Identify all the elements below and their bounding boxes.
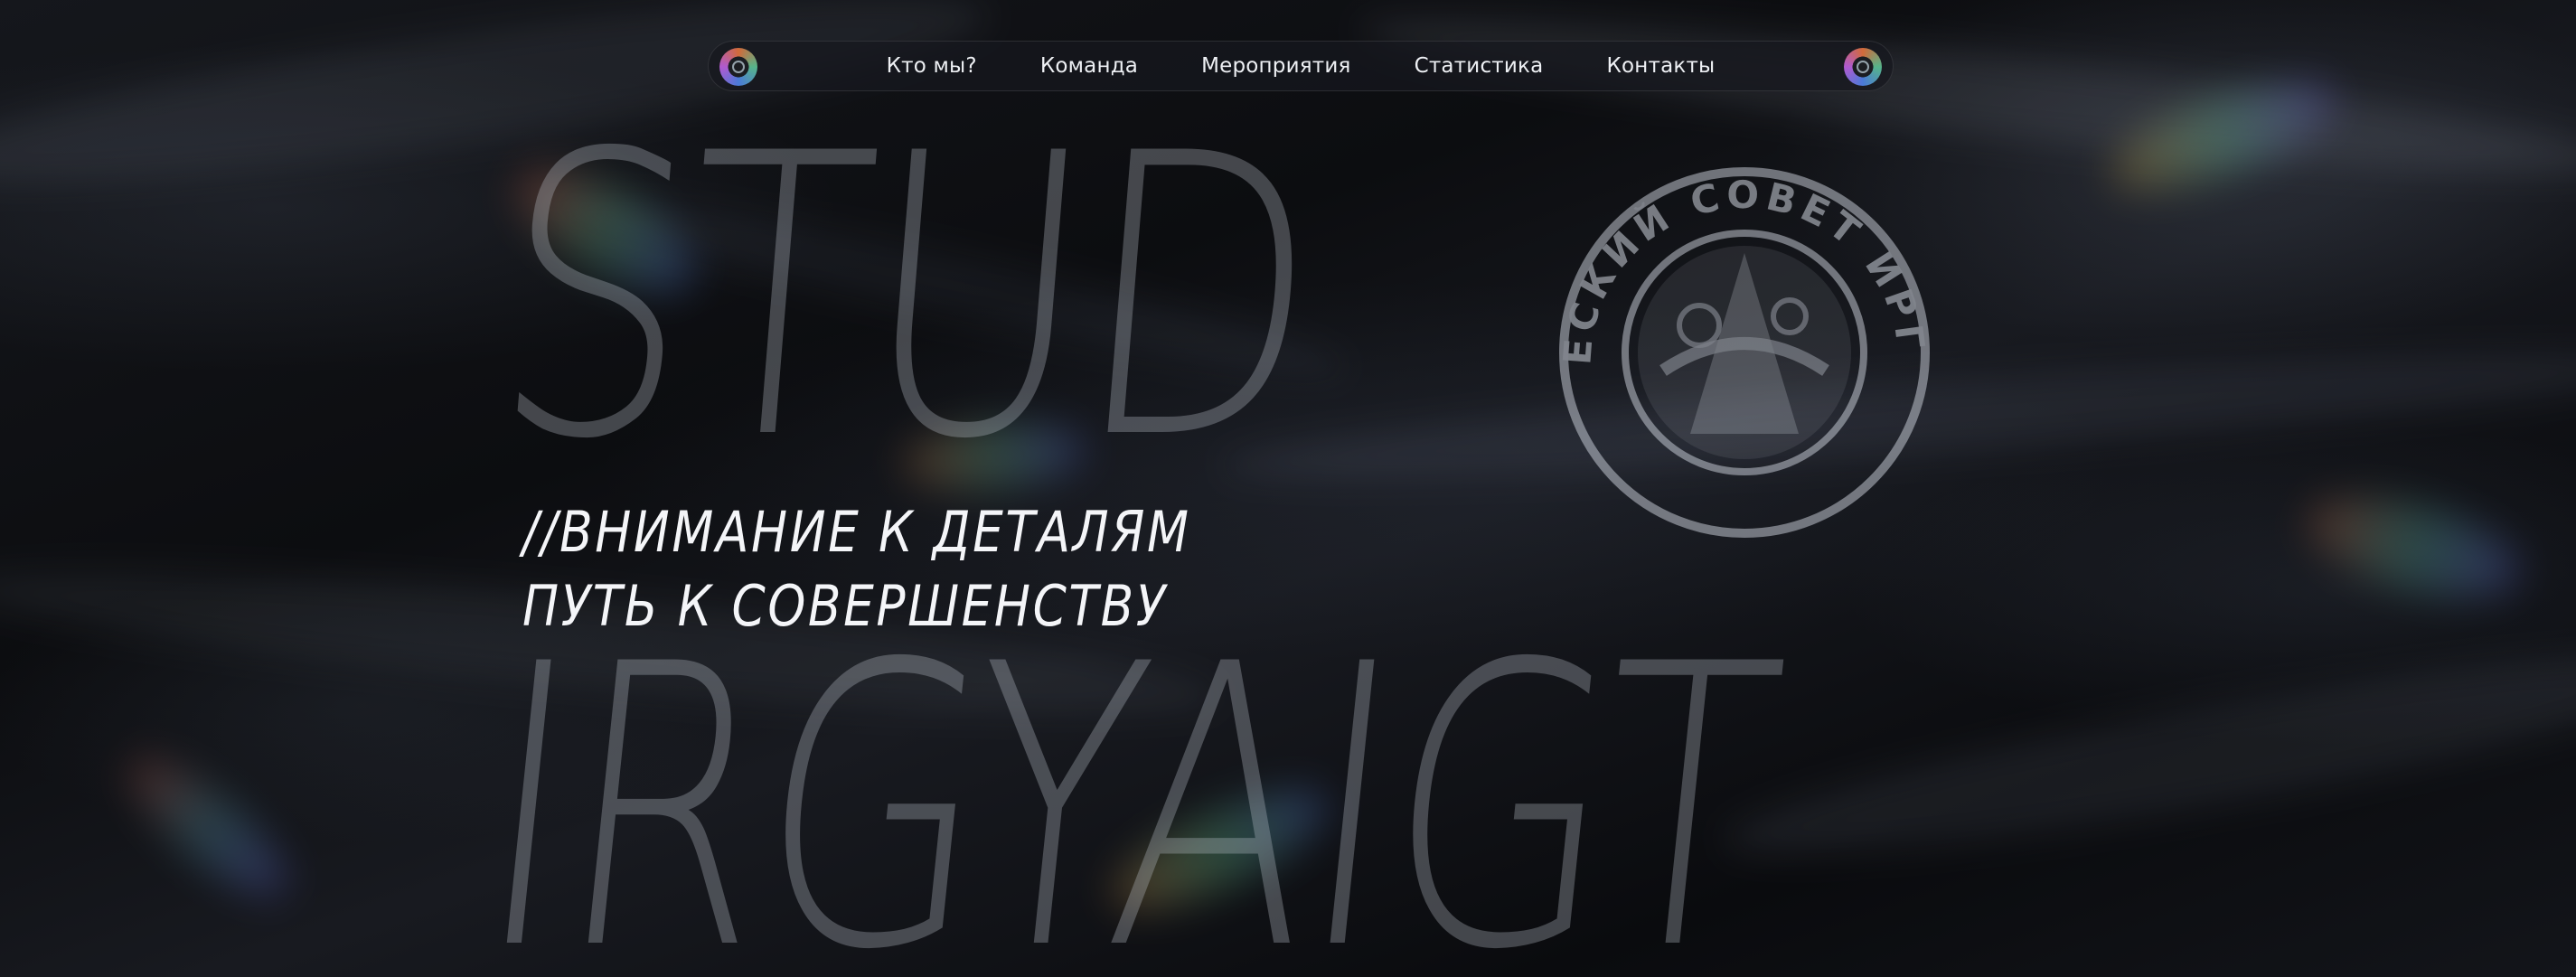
nav-item-about[interactable]: Кто мы? <box>887 54 977 78</box>
nav-item-statistics[interactable]: Статистика <box>1415 54 1544 78</box>
nav-item-events[interactable]: Мероприятия <box>1201 54 1350 78</box>
watermark-irgyaigt: IRGYAIGT <box>462 583 1794 977</box>
iridescent-sheen <box>2298 479 2529 615</box>
main-navigation: Кто мы? Команда Мероприятия Статистика К… <box>708 41 1894 91</box>
logo-badge-icon[interactable] <box>1844 48 1882 86</box>
iridescent-sheen <box>2101 61 2346 211</box>
iridescent-sheen <box>111 738 305 916</box>
fabric-fold <box>1716 619 2576 890</box>
watermark-stud: STUD <box>480 72 1329 524</box>
hero-tagline: //ВНИМАНИЕ К ДЕТАЛЯМ ПУТЬ К СОВЕРШЕНСТВУ <box>522 495 1191 644</box>
nav-links: Кто мы? Команда Мероприятия Статистика К… <box>887 54 1716 78</box>
logo-badge-icon[interactable] <box>719 48 757 86</box>
tagline-line-2: ПУТЬ К СОВЕРШЕНСТВУ <box>522 573 1168 639</box>
student-council-seal-icon: СТУДЕНЧЕСКИЙ СОВЕТ ИРГЯИГТ ПГУ <box>1528 136 1930 538</box>
nav-item-team[interactable]: Команда <box>1040 54 1138 78</box>
nav-item-contacts[interactable]: Контакты <box>1606 54 1715 78</box>
tagline-line-1: //ВНИМАНИЕ К ДЕТАЛЯМ <box>522 499 1191 565</box>
hero-section: STUD СТУДЕНЧЕСКИЙ СОВЕТ ИРГЯИГТ ПГУ IRGY… <box>0 0 2576 977</box>
